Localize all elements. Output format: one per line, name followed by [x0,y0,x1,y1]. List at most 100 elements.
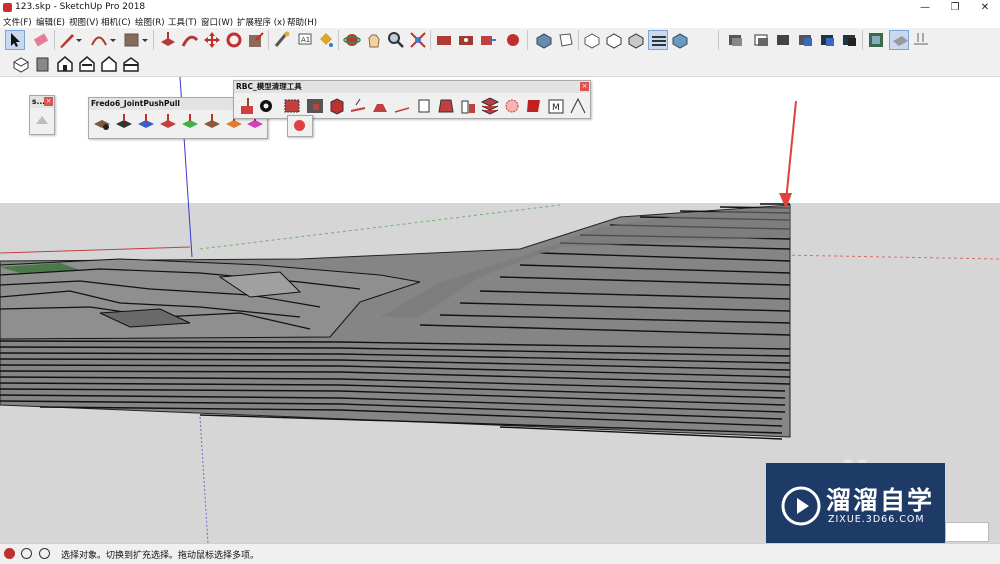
red-axis-line [0,246,191,254]
gear-icon[interactable] [256,96,276,116]
rbc-tool-icon-7[interactable] [392,96,412,116]
menu-extensions[interactable]: 扩展程序 (x) [237,16,285,28]
title-bar: 123.skp - SketchUp Pro 2018 — ❐ ✕ [0,0,1000,15]
watermark-name: 溜溜自学 [826,486,935,515]
hidden-line-icon[interactable] [604,30,624,50]
photo-texture-icon[interactable] [866,30,886,50]
zoom-extents-icon[interactable] [408,30,428,50]
undo-pushpull-icon[interactable] [202,112,222,132]
menu-bar: 文件(F) 编辑(E) 视图(V) 相机(C) 绘图(R) 工具(T) 窗口(W… [0,15,1000,28]
blue-axis-dashed [199,416,209,543]
move-tool-icon[interactable] [202,30,222,50]
rbc-tool-icon-14[interactable]: M [546,96,566,116]
house-left-icon[interactable] [121,54,141,74]
push-pull-tool-icon[interactable] [158,30,178,50]
menu-edit[interactable]: 编辑(E) [36,16,65,28]
orbit-tool-icon[interactable] [342,30,362,50]
measurements-box[interactable] [945,522,989,542]
menu-help[interactable]: 帮助(H) [287,16,317,28]
close-button[interactable]: ✕ [970,0,1000,15]
menu-camera[interactable]: 相机(C) [101,16,131,28]
rbc-extra-icon[interactable] [294,120,305,131]
follow-pushpull-icon[interactable] [180,112,200,132]
rectangle-tool-icon[interactable] [122,30,142,50]
rbc-tool-icon-8[interactable] [414,96,434,116]
pencil-tool-icon[interactable] [57,30,77,50]
follow-me-tool-icon[interactable] [180,30,200,50]
house-back-icon[interactable] [99,54,119,74]
rbc-extra-palette [287,115,313,137]
play-logo-icon [781,486,821,526]
pan-tool-icon[interactable] [364,30,384,50]
house-front-icon[interactable] [55,54,75,74]
iso-view-icon[interactable] [534,30,554,50]
info-icon[interactable] [21,548,32,559]
red-axis-dashed [779,254,1000,260]
rbc-tool-icon-10[interactable] [458,96,478,116]
rbc-tool-icon-13[interactable] [524,96,544,116]
svg-text:A1: A1 [301,36,310,44]
front-view-icon[interactable] [33,54,53,74]
rbc-tool-icon-6[interactable] [370,96,390,116]
rbc-tool-icon-15[interactable] [568,96,588,116]
close-icon[interactable]: × [44,97,53,106]
scale-tool-icon[interactable] [246,30,266,50]
share-model-icon[interactable] [478,30,498,50]
rbc-palette-title: RBC_模型清理工具 [234,81,590,93]
maximize-button[interactable]: ❐ [940,0,970,15]
component-icon-2[interactable] [752,30,772,50]
paint-bucket-icon[interactable] [316,30,336,50]
tape-measure-icon[interactable] [272,30,292,50]
component-icon-1[interactable] [726,30,746,50]
extension-warehouse-icon[interactable] [456,30,476,50]
menu-tools[interactable]: 工具(T) [168,16,197,28]
extrude-pushpull-icon[interactable] [158,112,178,132]
main-toolbar: A1 [0,28,1000,77]
layers-icon[interactable] [480,96,500,116]
joint-pushpull-icon[interactable] [92,112,112,132]
rbc-tool-icon-12[interactable] [502,96,522,116]
house-right-icon[interactable] [77,54,97,74]
shaded-textures-icon[interactable] [670,30,690,50]
component-icon-6[interactable] [840,30,860,50]
vector-pushpull-icon[interactable] [114,112,134,132]
menu-file[interactable]: 文件(F) [3,16,32,28]
rbc-tool-icon-3[interactable] [305,96,325,116]
monochrome-style-icon[interactable] [648,30,668,50]
dashed-box-icon[interactable] [282,96,302,116]
eraser-tool-icon[interactable] [31,30,51,50]
geo-location-icon[interactable] [4,548,15,559]
close-icon[interactable]: × [580,82,589,91]
warehouse-icon[interactable] [434,30,454,50]
normal-pushpull-icon[interactable] [136,112,156,132]
shaded-style-icon[interactable] [626,30,646,50]
annotation-arrow-line [785,100,797,202]
window-title: 123.skp - SketchUp Pro 2018 [15,2,146,12]
arc-tool-icon[interactable] [89,30,109,50]
rbc-tool-icon-4[interactable] [327,96,347,116]
3d-warehouse-icon[interactable] [11,54,31,74]
help-icon[interactable] [39,548,50,559]
component-icon-4[interactable] [796,30,816,50]
rotate-tool-icon[interactable] [224,30,244,50]
component-icon-3[interactable] [774,30,794,50]
select-tool-icon[interactable] [5,30,25,50]
watermark-url: ZIXUE.3D66.COM [828,514,925,525]
extension-manager-icon[interactable] [503,30,523,50]
menu-draw[interactable]: 绘图(R) [135,16,165,28]
top-view-icon[interactable] [556,30,576,50]
palette-tool-icon[interactable] [32,110,52,130]
watermark-logo: 溜溜自学 ZIXUE.3D66.COM [766,463,945,548]
rbc-tool-icon-9[interactable] [436,96,456,116]
menu-view[interactable]: 视图(V) [69,16,98,28]
rbc-tool-icon-5[interactable] [348,96,368,116]
component-icon-5[interactable] [818,30,838,50]
text-tool-icon[interactable]: A1 [294,30,314,50]
brush-clean-icon[interactable] [236,96,256,116]
drape-icon[interactable] [911,30,931,50]
xray-style-icon[interactable] [582,30,602,50]
sandbox-icon[interactable] [889,30,909,50]
menu-window[interactable]: 窗口(W) [201,16,233,28]
zoom-tool-icon[interactable] [386,30,406,50]
minimize-button[interactable]: — [910,0,940,15]
